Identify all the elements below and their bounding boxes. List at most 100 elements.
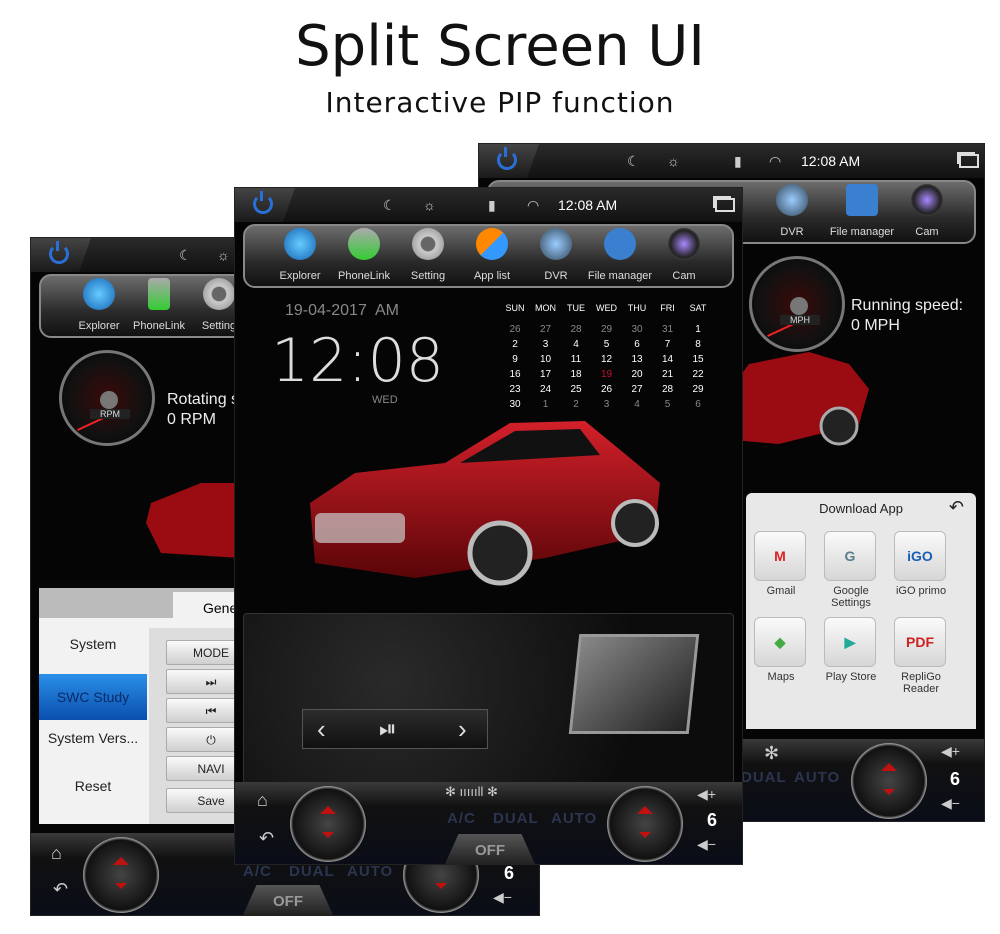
- calendar-day[interactable]: 12: [592, 354, 622, 365]
- calendar-day[interactable]: 16: [500, 369, 530, 380]
- calendar-day[interactable]: 4: [561, 339, 591, 350]
- down-arrow-icon[interactable]: [322, 832, 334, 838]
- calendar-day[interactable]: 3: [592, 399, 622, 410]
- brightness-icon[interactable]: ☼: [217, 247, 230, 263]
- night-mode-icon[interactable]: ☾: [627, 153, 640, 170]
- app-file-manager[interactable]: File manager: [587, 228, 653, 282]
- dual-button[interactable]: DUAL: [493, 810, 539, 827]
- volume-down-icon[interactable]: ◀−: [697, 836, 716, 853]
- calendar-day[interactable]: 18: [561, 369, 591, 380]
- app-dvr[interactable]: DVR: [523, 228, 589, 282]
- calendar-day[interactable]: 5: [592, 339, 622, 350]
- back-arrow-icon[interactable]: ↶: [259, 828, 274, 849]
- night-mode-icon[interactable]: ☾: [383, 197, 396, 214]
- power-button[interactable]: [479, 144, 539, 178]
- app-explorer[interactable]: Explorer: [66, 278, 132, 332]
- calendar-day[interactable]: 26: [500, 324, 530, 335]
- menu-system[interactable]: System: [39, 636, 147, 652]
- calendar-day[interactable]: 5: [653, 399, 683, 410]
- calendar-day[interactable]: 29: [683, 384, 713, 395]
- calendar-day[interactable]: 29: [592, 324, 622, 335]
- app-phonelink[interactable]: PhoneLink: [126, 278, 192, 332]
- calendar-day[interactable]: 24: [531, 384, 561, 395]
- split-window-icon[interactable]: [959, 154, 979, 168]
- app-tile[interactable]: PDF RepliGo Reader: [894, 617, 948, 695]
- app-file-manager[interactable]: File manager: [829, 184, 895, 238]
- previous-icon[interactable]: ‹: [317, 714, 326, 745]
- calendar-day[interactable]: 28: [653, 384, 683, 395]
- next-icon[interactable]: ›: [458, 714, 467, 745]
- app-app-list[interactable]: App list: [459, 228, 525, 282]
- calendar-day[interactable]: 27: [622, 384, 652, 395]
- calendar-day[interactable]: 6: [683, 399, 713, 410]
- up-arrow-icon[interactable]: [113, 857, 129, 865]
- app-cam[interactable]: Cam: [894, 184, 960, 238]
- calendar-day[interactable]: 2: [500, 339, 530, 350]
- play-pause-icon[interactable]: ⏯: [379, 716, 397, 742]
- calendar-day[interactable]: 3: [531, 339, 561, 350]
- dual-button[interactable]: DUAL: [289, 863, 335, 880]
- calendar-day[interactable]: 14: [653, 354, 683, 365]
- app-dvr[interactable]: DVR: [759, 184, 825, 238]
- calendar-day[interactable]: 20: [622, 369, 652, 380]
- up-arrow-icon[interactable]: [637, 806, 653, 814]
- calendar-day[interactable]: 21: [653, 369, 683, 380]
- auto-button[interactable]: AUTO: [551, 810, 597, 827]
- calendar-day[interactable]: 6: [622, 339, 652, 350]
- calendar-day[interactable]: 7: [653, 339, 683, 350]
- home-icon[interactable]: ⌂: [51, 843, 62, 864]
- ac-button[interactable]: A/C: [243, 863, 272, 880]
- app-tile[interactable]: G Google Settings: [824, 531, 878, 609]
- calendar-day[interactable]: 10: [531, 354, 561, 365]
- split-window-icon[interactable]: [715, 198, 735, 212]
- calendar-day[interactable]: 11: [561, 354, 591, 365]
- volume-down-icon[interactable]: ◀−: [493, 889, 512, 906]
- calendar-day[interactable]: 9: [500, 354, 530, 365]
- calendar-day[interactable]: 27: [531, 324, 561, 335]
- temperature-knob-right[interactable]: [607, 786, 683, 862]
- app-tile[interactable]: M Gmail: [754, 531, 808, 597]
- down-arrow-icon[interactable]: [115, 883, 127, 889]
- menu-reset[interactable]: Reset: [39, 778, 147, 794]
- calendar-day[interactable]: 13: [622, 354, 652, 365]
- temperature-knob[interactable]: [290, 786, 366, 862]
- calendar-day[interactable]: 8: [683, 339, 713, 350]
- auto-button[interactable]: AUTO: [794, 769, 840, 786]
- calendar-day[interactable]: 25: [561, 384, 591, 395]
- app-tile[interactable]: ◆ Maps: [754, 617, 808, 683]
- back-icon[interactable]: ↶: [949, 497, 964, 518]
- calendar-day[interactable]: 17: [531, 369, 561, 380]
- app-tile[interactable]: ▶ Play Store: [824, 617, 878, 683]
- menu-swc-study[interactable]: SWC Study: [39, 674, 147, 720]
- night-mode-icon[interactable]: ☾: [179, 247, 192, 264]
- off-button[interactable]: OFF: [243, 885, 333, 915]
- up-arrow-icon[interactable]: [320, 806, 336, 814]
- calendar-day[interactable]: 26: [592, 384, 622, 395]
- home-icon[interactable]: ⌂: [257, 790, 268, 811]
- brightness-icon[interactable]: ☼: [423, 197, 436, 213]
- app-tile[interactable]: iGO iGO primo: [894, 531, 948, 597]
- power-button[interactable]: [235, 188, 295, 222]
- brightness-icon[interactable]: ☼: [667, 153, 680, 169]
- calendar-day[interactable]: 30: [500, 399, 530, 410]
- calendar-day[interactable]: 15: [683, 354, 713, 365]
- volume-down-icon[interactable]: ◀−: [941, 795, 960, 812]
- power-button[interactable]: [31, 238, 91, 272]
- calendar-day[interactable]: 31: [653, 324, 683, 335]
- menu-system-version[interactable]: System Vers...: [39, 730, 147, 746]
- calendar-day[interactable]: 1: [683, 324, 713, 335]
- down-arrow-icon[interactable]: [883, 789, 895, 795]
- off-button[interactable]: OFF: [445, 834, 535, 864]
- temperature-knob[interactable]: [851, 743, 927, 819]
- dual-button[interactable]: DUAL: [741, 769, 787, 786]
- calendar-day[interactable]: 30: [622, 324, 652, 335]
- down-arrow-icon[interactable]: [639, 832, 651, 838]
- volume-up-icon[interactable]: ◀+: [697, 786, 716, 803]
- calendar-day[interactable]: 28: [561, 324, 591, 335]
- back-arrow-icon[interactable]: ↶: [53, 879, 68, 900]
- calendar-day[interactable]: 2: [561, 399, 591, 410]
- calendar-day[interactable]: 23: [500, 384, 530, 395]
- app-setting[interactable]: Setting: [395, 228, 461, 282]
- app-cam[interactable]: Cam: [651, 228, 717, 282]
- app-explorer[interactable]: Explorer: [267, 228, 333, 282]
